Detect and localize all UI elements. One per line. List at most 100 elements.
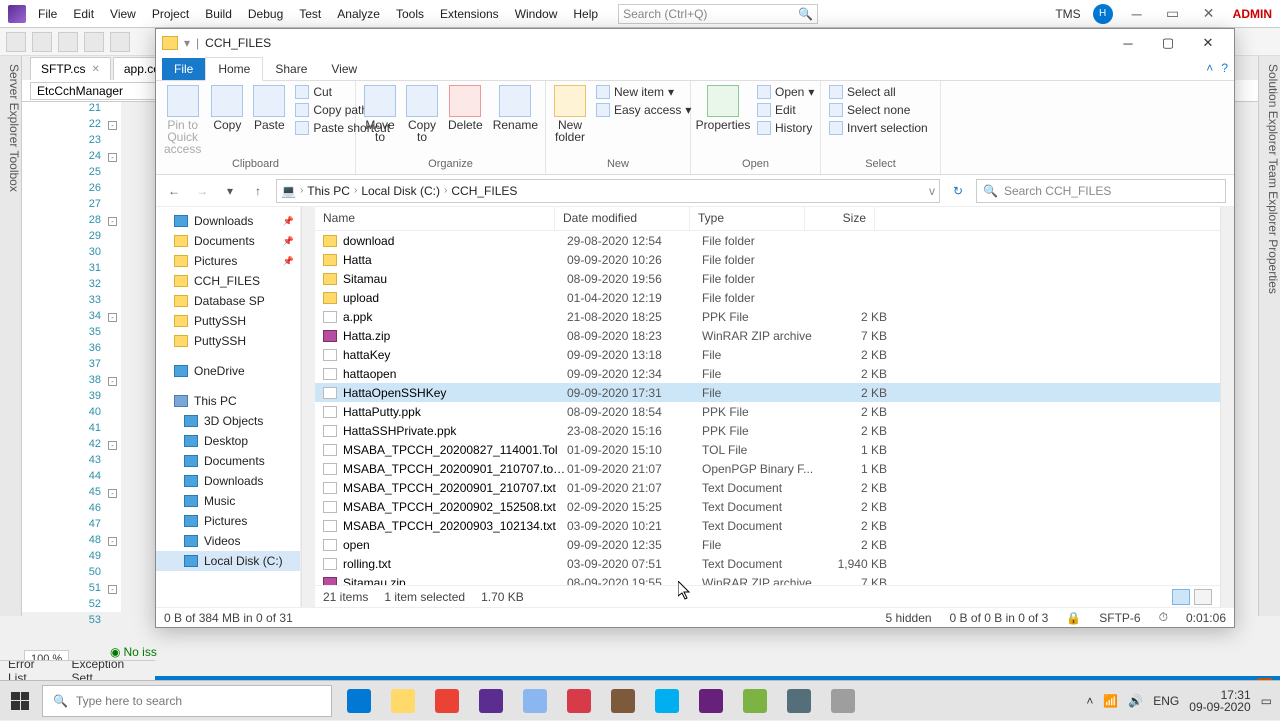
fold-icon[interactable]: - [108, 153, 117, 162]
file-row[interactable]: upload01-04-2020 12:19File folder [315, 288, 1220, 307]
vs-minimize-button[interactable]: ─ [1125, 6, 1149, 22]
fold-icon[interactable]: - [108, 489, 117, 498]
vs-menu-window[interactable]: Window [507, 3, 566, 25]
thumbnails-view-button[interactable] [1194, 589, 1212, 605]
vs-left-toolwindows[interactable]: Server Explorer Toolbox [0, 56, 22, 616]
copy-button[interactable]: Copy [211, 85, 243, 131]
vs-menu-build[interactable]: Build [197, 3, 240, 25]
taskbar-app-5[interactable] [558, 681, 600, 721]
nav-forward-button[interactable]: → [192, 181, 212, 201]
vs-menu-test[interactable]: Test [291, 3, 329, 25]
taskbar-app-8[interactable] [690, 681, 732, 721]
vs-open-button[interactable] [84, 32, 104, 52]
paste-button[interactable]: Paste [253, 85, 285, 131]
new-folder-button[interactable]: New folder [554, 85, 586, 143]
vs-menu-help[interactable]: Help [565, 3, 606, 25]
col-type[interactable]: Type [690, 207, 805, 230]
breadcrumb-dropdown-icon[interactable]: v [929, 184, 935, 198]
volume-icon[interactable]: 🔊 [1128, 694, 1143, 708]
explorer-minimize-button[interactable]: ─ [1108, 31, 1148, 55]
fold-icon[interactable]: - [108, 585, 117, 594]
breadcrumb[interactable]: 💻› This PC› Local Disk (C:)› CCH_FILES v [276, 179, 940, 203]
notifications-icon[interactable]: ▭ [1261, 694, 1272, 708]
vs-menu-file[interactable]: File [30, 3, 65, 25]
file-row[interactable]: rolling.txt03-09-2020 07:51Text Document… [315, 554, 1220, 573]
nav-videos[interactable]: Videos [156, 531, 300, 551]
file-row[interactable]: Sitamau.zip08-09-2020 19:55WinRAR ZIP ar… [315, 573, 1220, 585]
file-row[interactable]: Hatta09-09-2020 10:26File folder [315, 250, 1220, 269]
ribbon-tab-share[interactable]: Share [263, 58, 319, 80]
copy-to-button[interactable]: Copy to [406, 85, 438, 143]
start-button[interactable] [0, 681, 40, 721]
nav-item-cch_files[interactable]: CCH_FILES [156, 271, 300, 291]
tray-chevron-icon[interactable]: ˄ [1086, 694, 1093, 708]
delete-button[interactable]: Delete [448, 85, 483, 131]
ribbon-tab-view[interactable]: View [319, 58, 369, 80]
edit-button[interactable]: Edit [757, 103, 814, 117]
rename-button[interactable]: Rename [493, 85, 538, 131]
vs-right-toolwindows[interactable]: Solution Explorer Team Explorer Properti… [1258, 56, 1280, 616]
nav-item-puttyssh[interactable]: PuttySSH [156, 311, 300, 331]
open-button[interactable]: Open ▾ [757, 85, 814, 99]
vs-menu-debug[interactable]: Debug [240, 3, 291, 25]
fold-icon[interactable]: - [108, 121, 117, 130]
nav-pane[interactable]: DownloadsDocumentsPicturesCCH_FILESDatab… [156, 207, 301, 607]
nav-item-documents[interactable]: Documents [156, 231, 300, 251]
vs-restore-button[interactable]: ▭ [1161, 5, 1185, 22]
nav-item-puttyssh[interactable]: PuttySSH [156, 331, 300, 351]
file-row[interactable]: HattaPutty.ppk08-09-2020 18:54PPK File2 … [315, 402, 1220, 421]
vs-avatar[interactable]: H [1093, 4, 1113, 24]
refresh-button[interactable]: ↻ [948, 184, 968, 198]
nav-recent-button[interactable]: ▾ [220, 181, 240, 201]
vs-menu-edit[interactable]: Edit [65, 3, 102, 25]
pin-quick-access-button[interactable]: Pin to Quick access [164, 85, 201, 155]
vs-menu-analyze[interactable]: Analyze [329, 3, 388, 25]
ribbon-tab-home[interactable]: Home [205, 57, 263, 81]
file-row[interactable]: a.ppk21-08-2020 18:25PPK File2 KB [315, 307, 1220, 326]
taskbar-app-0[interactable] [338, 681, 380, 721]
col-size[interactable]: Size [805, 207, 875, 230]
invert-selection-button[interactable]: Invert selection [829, 121, 928, 135]
vs-menu-extensions[interactable]: Extensions [432, 3, 507, 25]
file-row[interactable]: MSABA_TPCCH_20200903_102134.txt03-09-202… [315, 516, 1220, 535]
nav-music[interactable]: Music [156, 491, 300, 511]
file-row[interactable]: MSABA_TPCCH_20200827_114001.Tol01-09-202… [315, 440, 1220, 459]
select-none-button[interactable]: Select none [829, 103, 928, 117]
nav-pictures[interactable]: Pictures [156, 511, 300, 531]
file-row[interactable]: hattaKey09-09-2020 13:18File2 KB [315, 345, 1220, 364]
system-tray[interactable]: ˄ 📶 🔊 ENG 17:31 09-09-2020 ▭ [1086, 689, 1280, 713]
file-list[interactable]: download29-08-2020 12:54File folderHatta… [315, 231, 1220, 585]
fold-icon[interactable]: - [108, 313, 117, 322]
select-all-button[interactable]: Select all [829, 85, 928, 99]
vs-forward-button[interactable] [32, 32, 52, 52]
taskbar-app-10[interactable] [778, 681, 820, 721]
explorer-search-input[interactable]: 🔍 Search CCH_FILES [976, 179, 1226, 203]
file-row[interactable]: Sitamau08-09-2020 19:56File folder [315, 269, 1220, 288]
fold-icon[interactable]: - [108, 441, 117, 450]
taskbar-app-3[interactable] [470, 681, 512, 721]
taskbar-app-7[interactable] [646, 681, 688, 721]
ribbon-tab-file[interactable]: File [162, 58, 205, 80]
file-row[interactable]: MSABA_TPCCH_20200902_152508.txt02-09-202… [315, 497, 1220, 516]
col-name[interactable]: Name [315, 207, 555, 230]
explorer-maximize-button[interactable]: ▢ [1148, 31, 1188, 55]
nav-desktop[interactable]: Desktop [156, 431, 300, 451]
easy-access-button[interactable]: Easy access ▾ [596, 103, 691, 117]
language-indicator[interactable]: ENG [1153, 694, 1179, 708]
vs-new-button[interactable] [58, 32, 78, 52]
fold-icon[interactable]: - [108, 217, 117, 226]
history-button[interactable]: History [757, 121, 814, 135]
nav-3d-objects[interactable]: 3D Objects [156, 411, 300, 431]
taskbar-app-6[interactable] [602, 681, 644, 721]
file-row[interactable]: HattaSSHPrivate.ppk23-08-2020 15:16PPK F… [315, 421, 1220, 440]
nav-item-database-sp[interactable]: Database SP [156, 291, 300, 311]
vs-menu-view[interactable]: View [102, 3, 144, 25]
file-row[interactable]: open09-09-2020 12:35File2 KB [315, 535, 1220, 554]
taskbar-clock[interactable]: 17:31 09-09-2020 [1189, 689, 1250, 713]
details-view-button[interactable] [1172, 589, 1190, 605]
file-row[interactable]: hattaopen09-09-2020 12:34File2 KB [315, 364, 1220, 383]
ribbon-collapse-icon[interactable]: ˄ [1206, 61, 1213, 75]
new-item-button[interactable]: New item ▾ [596, 85, 691, 99]
properties-button[interactable]: Properties [699, 85, 747, 131]
vs-back-button[interactable] [6, 32, 26, 52]
